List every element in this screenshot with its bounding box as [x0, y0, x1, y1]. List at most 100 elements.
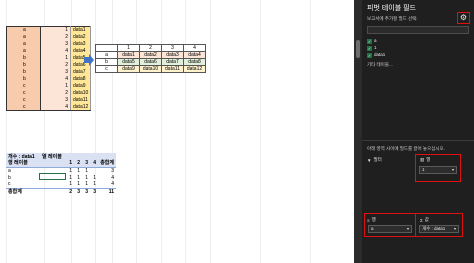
- table-header-cell[interactable]: 1: [117, 44, 140, 52]
- table-header-cell[interactable]: 총합계: [98, 160, 116, 168]
- gear-icon[interactable]: ⚙: [457, 12, 470, 24]
- table-cell[interactable]: 1: [82, 181, 90, 188]
- field-search-input[interactable]: [367, 26, 469, 34]
- table-cell[interactable]: 4: [98, 181, 116, 188]
- more-tables-link[interactable]: 기타 테이블...: [367, 62, 393, 68]
- selected-cell[interactable]: [39, 173, 66, 180]
- table-cell[interactable]: 3: [90, 187, 98, 195]
- table-cell[interactable]: c: [95, 65, 118, 73]
- table-cell[interactable]: data1: [117, 51, 140, 59]
- table-cell[interactable]: 1: [40, 26, 71, 34]
- table-cell[interactable]: 3: [82, 187, 90, 195]
- table-cell[interactable]: c: [6, 96, 41, 104]
- table-cell[interactable]: 3: [98, 167, 116, 174]
- table-cell[interactable]: 4: [40, 47, 71, 55]
- table-cell[interactable]: 3: [40, 68, 71, 76]
- table-cell[interactable]: data1: [70, 26, 92, 34]
- table-cell[interactable]: b: [6, 174, 40, 181]
- table-cell[interactable]: data8: [183, 58, 206, 66]
- table-cell[interactable]: c: [6, 82, 41, 90]
- table-cell[interactable]: c: [6, 181, 40, 188]
- table-cell[interactable]: data9: [117, 65, 140, 73]
- table-cell[interactable]: 1: [74, 174, 82, 181]
- pivot-value-caption[interactable]: 개수 : data1: [6, 153, 40, 160]
- field-item-1[interactable]: ✓ 1: [367, 45, 377, 51]
- table-cell[interactable]: 1: [74, 181, 82, 188]
- table-cell[interactable]: 1: [40, 82, 71, 90]
- table-cell[interactable]: 1: [82, 174, 90, 181]
- table-cell[interactable]: data5: [117, 58, 140, 66]
- table-cell[interactable]: 4: [98, 174, 116, 181]
- table-header-cell[interactable]: 2: [74, 160, 82, 168]
- checkbox-icon[interactable]: ✓: [367, 38, 372, 44]
- table-cell[interactable]: c: [6, 89, 41, 97]
- pivot-column-labels[interactable]: 열 레이블: [40, 153, 66, 160]
- table-cell[interactable]: 1: [90, 181, 98, 188]
- table-cell[interactable]: 1: [66, 174, 74, 181]
- table-cell[interactable]: data11: [70, 96, 92, 104]
- table-header-cell[interactable]: 1: [66, 160, 74, 168]
- table-header-cell[interactable]: 4: [90, 160, 98, 168]
- table-cell[interactable]: data12: [70, 103, 92, 111]
- table-cell[interactable]: data10: [139, 65, 162, 73]
- table-cell[interactable]: 1: [82, 167, 90, 174]
- table-cell[interactable]: data9: [70, 82, 92, 90]
- table-cell[interactable]: [40, 187, 66, 195]
- table-cell[interactable]: 3: [40, 40, 71, 48]
- table-cell[interactable]: data11: [161, 65, 184, 73]
- spreadsheet-grid[interactable]: a 1 data1 a 2 data2 a 3 data3 a 4 data4 b 1 data5 b 2 dat…: [0, 0, 362, 263]
- table-header-cell[interactable]: [95, 44, 118, 52]
- table-cell[interactable]: data8: [70, 75, 92, 83]
- field-item-data1[interactable]: ✓ data1: [367, 52, 385, 58]
- table-header-cell[interactable]: 3: [82, 160, 90, 168]
- table-cell[interactable]: 2: [40, 33, 71, 41]
- table-cell[interactable]: data2: [139, 51, 162, 59]
- table-cell[interactable]: 4: [40, 103, 71, 111]
- table-cell[interactable]: 11: [98, 187, 116, 195]
- table-cell[interactable]: 2: [40, 61, 71, 69]
- table-cell[interactable]: a: [6, 47, 41, 55]
- table-cell[interactable]: 3: [74, 187, 82, 195]
- table-cell[interactable]: b: [6, 68, 41, 76]
- table-cell[interactable]: data10: [70, 89, 92, 97]
- table-cell[interactable]: 3: [40, 96, 71, 104]
- table-cell[interactable]: [90, 153, 98, 160]
- table-cell[interactable]: data7: [70, 68, 92, 76]
- table-cell[interactable]: [74, 153, 82, 160]
- table-cell[interactable]: 1: [66, 181, 74, 188]
- checkbox-icon[interactable]: ✓: [367, 45, 372, 51]
- table-cell[interactable]: a: [95, 51, 118, 59]
- table-cell[interactable]: b: [6, 54, 41, 62]
- table-cell[interactable]: [98, 153, 116, 160]
- table-cell[interactable]: data4: [183, 51, 206, 59]
- table-cell[interactable]: a: [6, 26, 41, 34]
- table-cell[interactable]: data3: [161, 51, 184, 59]
- table-cell[interactable]: data3: [70, 40, 92, 48]
- scrollbar-thumb[interactable]: [356, 40, 360, 58]
- table-cell[interactable]: [82, 153, 90, 160]
- table-cell[interactable]: 2: [40, 89, 71, 97]
- table-header-cell[interactable]: 4: [183, 44, 206, 52]
- table-cell[interactable]: data7: [161, 58, 184, 66]
- table-cell[interactable]: 1: [90, 174, 98, 181]
- table-header-cell[interactable]: 행 레이블: [6, 160, 40, 168]
- table-cell[interactable]: [90, 167, 98, 174]
- table-cell[interactable]: a: [6, 33, 41, 41]
- table-cell[interactable]: data2: [70, 33, 92, 41]
- table-cell[interactable]: [40, 181, 66, 188]
- table-cell[interactable]: 1: [40, 54, 71, 62]
- checkbox-icon[interactable]: ✓: [367, 52, 372, 58]
- table-cell[interactable]: 1: [66, 167, 74, 174]
- table-cell[interactable]: b: [6, 61, 41, 69]
- table-cell[interactable]: 2: [66, 187, 74, 195]
- table-header-cell[interactable]: [40, 160, 66, 168]
- table-header-cell[interactable]: 3: [161, 44, 184, 52]
- table-cell[interactable]: 1: [74, 167, 82, 174]
- table-cell[interactable]: data6: [139, 58, 162, 66]
- table-cell[interactable]: 총합계: [6, 187, 40, 195]
- table-cell[interactable]: 4: [40, 75, 71, 83]
- table-cell[interactable]: b: [95, 58, 118, 66]
- table-cell[interactable]: [66, 153, 74, 160]
- table-header-cell[interactable]: 2: [139, 44, 162, 52]
- table-cell[interactable]: a: [6, 167, 40, 174]
